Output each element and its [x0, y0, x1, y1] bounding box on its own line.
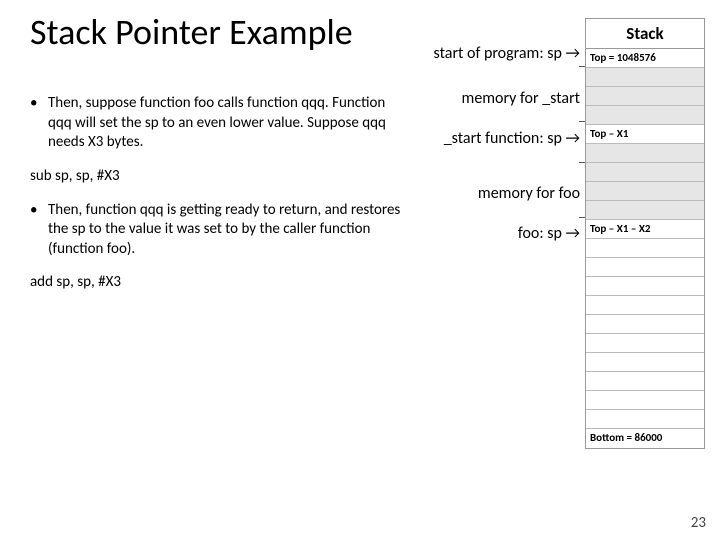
page-number: 23 — [691, 514, 706, 532]
bullet-text: Then, suppose function foo calls functio… — [48, 94, 405, 153]
bullet-dot: • — [30, 94, 48, 153]
right-column: start of program: sp → memory for _start… — [405, 54, 705, 307]
stack-row — [586, 106, 704, 125]
stack-row-top: Top = 1048576 — [586, 49, 704, 68]
bullet-text: Then, function qqq is getting ready to r… — [48, 201, 405, 260]
stack-diagram: Stack Top = 1048576 Top – X1 Top – X1 – … — [585, 18, 705, 449]
mem-label-foo: memory for foo — [478, 184, 580, 203]
stack-row — [586, 239, 704, 258]
sp-label-start-fn: _start function: sp → — [444, 129, 580, 148]
code-line-2: add sp, sp, #X3 — [30, 273, 405, 291]
stack-row — [586, 410, 704, 429]
stack-row — [586, 296, 704, 315]
stack-row — [586, 353, 704, 372]
stack-header: Stack — [586, 19, 704, 49]
stack-row — [586, 315, 704, 334]
left-column: • Then, suppose function foo calls funct… — [30, 54, 405, 307]
stack-row — [586, 258, 704, 277]
stack-row — [586, 372, 704, 391]
bullet-1: • Then, suppose function foo calls funct… — [30, 94, 405, 153]
stack-row — [586, 334, 704, 353]
content-area: • Then, suppose function foo calls funct… — [0, 54, 720, 307]
stack-row — [586, 87, 704, 106]
stack-row — [586, 201, 704, 220]
mem-label-start: memory for _start — [462, 89, 580, 108]
stack-row — [586, 182, 704, 201]
stack-row-x2: Top – X1 – X2 — [586, 220, 704, 239]
sp-label-start-program: start of program: sp → — [434, 44, 580, 63]
stack-row-x1: Top – X1 — [586, 125, 704, 144]
sp-label-foo: foo: sp → — [518, 224, 580, 243]
stack-row-bottom: Bottom = 86000 — [586, 429, 704, 448]
code-line-1: sub sp, sp, #X3 — [30, 167, 405, 185]
bullet-2: • Then, function qqq is getting ready to… — [30, 201, 405, 260]
stack-row — [586, 68, 704, 87]
stack-row — [586, 391, 704, 410]
bullet-dot: • — [30, 201, 48, 260]
stack-row — [586, 144, 704, 163]
stack-row — [586, 163, 704, 182]
stack-row — [586, 277, 704, 296]
